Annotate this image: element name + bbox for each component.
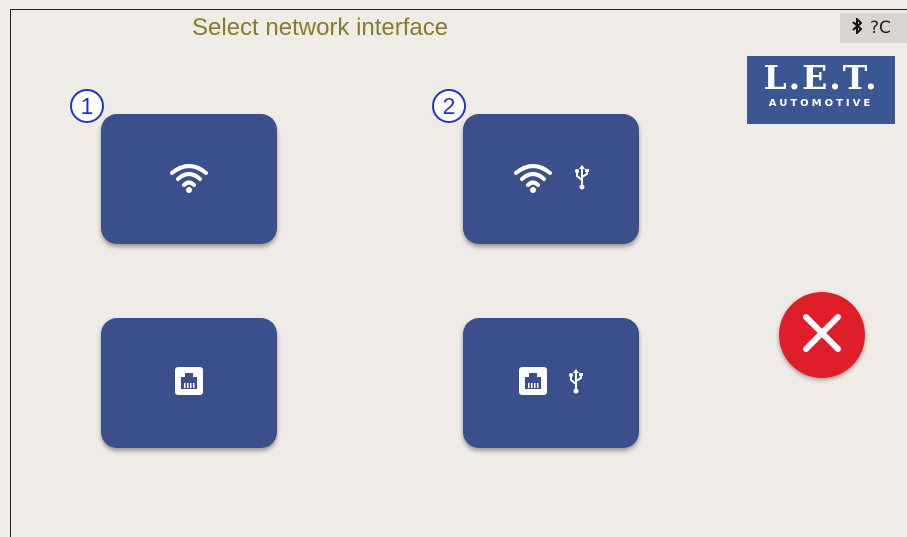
badge-2: 2 [432, 89, 466, 123]
bluetooth-icon [852, 16, 863, 39]
badge-1: 1 [70, 89, 104, 123]
wifi-button[interactable] [101, 114, 277, 244]
close-icon [801, 312, 843, 359]
ethernet-usb-button[interactable] [463, 318, 639, 448]
wifi-usb-button[interactable] [463, 114, 639, 244]
usb-icon [569, 368, 583, 399]
let-automotive-logo: L.E.T. AUTOMOTIVE [747, 56, 895, 124]
close-button[interactable] [779, 292, 865, 378]
status-text: ?C [870, 18, 891, 38]
ethernet-icon [175, 366, 203, 400]
logo-sub-text: AUTOMOTIVE [768, 98, 874, 109]
logo-main-text: L.E.T. [763, 58, 879, 97]
usb-icon [575, 164, 589, 195]
wifi-icon [513, 160, 553, 199]
page-title: Select network interface [192, 14, 449, 41]
ethernet-button[interactable] [101, 318, 277, 448]
wifi-icon [169, 160, 209, 199]
ethernet-icon [519, 366, 547, 400]
status-bar: ?C [840, 13, 907, 43]
